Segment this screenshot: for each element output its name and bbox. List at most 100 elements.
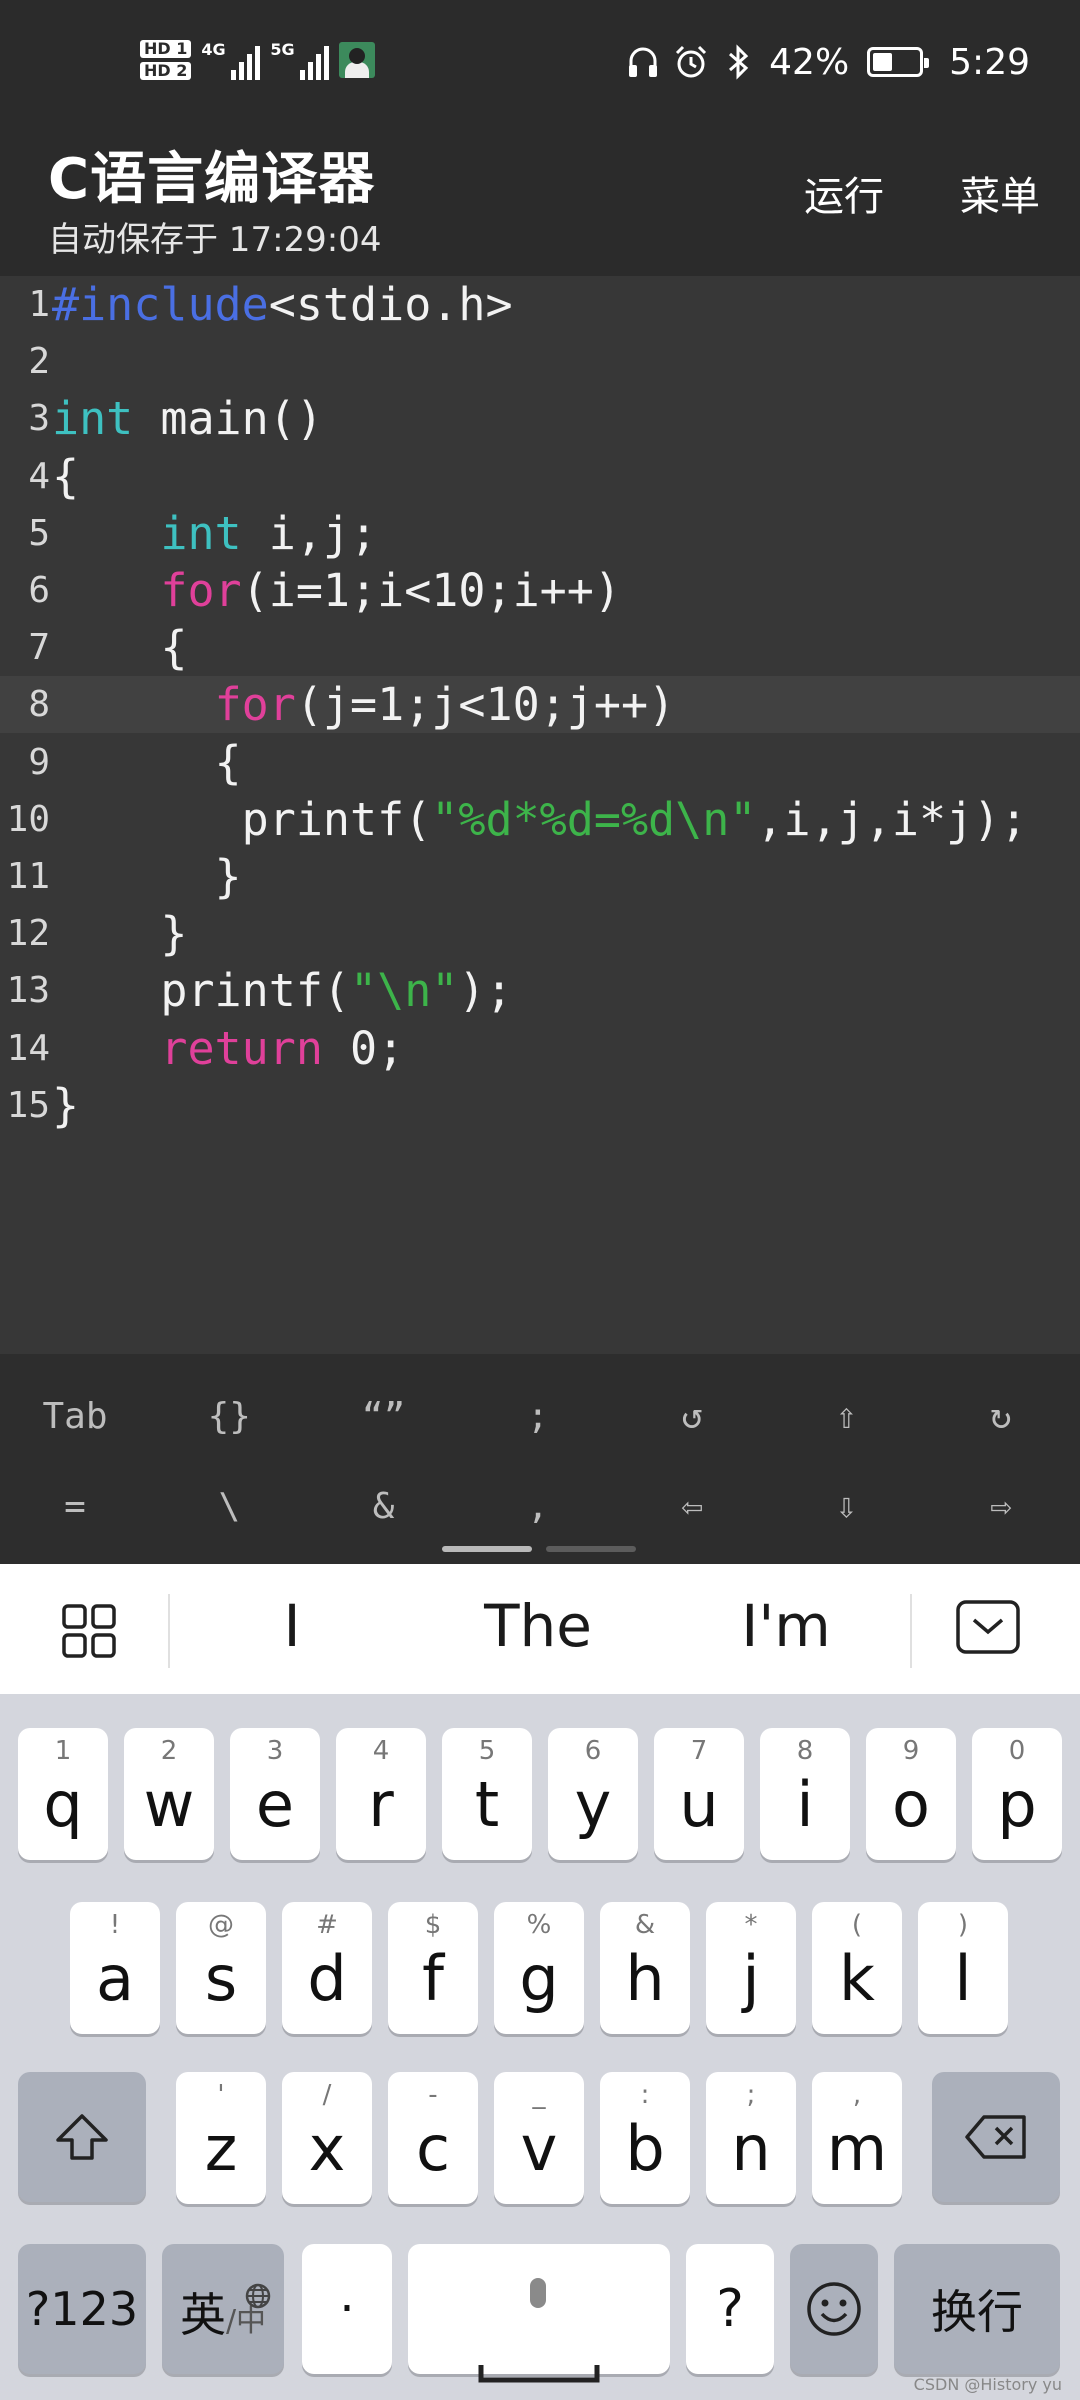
code-line[interactable]: 5 int i,j; — [0, 505, 1080, 562]
key-u[interactable]: 7u — [654, 1728, 744, 1860]
language-switch-key[interactable]: 英/中 — [162, 2244, 284, 2374]
code-line[interactable]: 4{ — [0, 448, 1080, 505]
code-line[interactable]: 15} — [0, 1077, 1080, 1134]
equals-key[interactable]: = — [0, 1466, 150, 1546]
key-v[interactable]: _ v — [494, 2072, 584, 2204]
key-hint: ! — [109, 1910, 121, 1940]
code-text: for(j=1;j<10;j++) — [214, 678, 676, 732]
key-p[interactable]: 0p — [972, 1728, 1062, 1860]
key-a[interactable]: ! a — [70, 1902, 160, 2034]
key-e[interactable]: 3e — [230, 1728, 320, 1860]
lang-label: 英 — [179, 2288, 226, 2342]
key-label: t — [474, 1767, 500, 1841]
suggestion-word-2[interactable]: The — [438, 1592, 638, 1660]
key-hint: 3 — [266, 1736, 284, 1766]
line-number: 2 — [28, 341, 50, 383]
key-label: c — [415, 2111, 451, 2185]
cursor-down-icon[interactable]: ⇩ — [772, 1466, 922, 1546]
apps-grid-icon[interactable] — [62, 1604, 116, 1658]
key-r[interactable]: 4r — [336, 1728, 426, 1860]
key-n[interactable]: ; n — [706, 2072, 796, 2204]
shift-key[interactable] — [18, 2072, 146, 2202]
code-text: for(i=1;i<10;i++) — [160, 564, 621, 617]
collapse-keyboard-icon[interactable] — [956, 1600, 1020, 1654]
status-left: HD 1 HD 2 4G 5G — [140, 34, 376, 86]
key-label: p — [997, 1767, 1037, 1841]
key-s[interactable]: @ s — [176, 1902, 266, 2034]
key-hint: % — [526, 1910, 552, 1940]
backspace-key[interactable] — [932, 2072, 1060, 2202]
key-h[interactable]: & h — [600, 1902, 690, 2034]
space-key[interactable] — [408, 2244, 670, 2383]
clock: 5:29 — [949, 41, 1030, 83]
key-label: m — [826, 2111, 888, 2185]
menu-button[interactable]: 菜单 — [960, 164, 1040, 222]
run-button[interactable]: 运行 — [804, 164, 884, 222]
key-hint: * — [744, 1910, 758, 1940]
enter-key[interactable]: 换行 — [894, 2244, 1060, 2374]
key-g[interactable]: % g — [494, 1902, 584, 2034]
key-x[interactable]: / x — [282, 2072, 372, 2204]
dot-key[interactable]: · — [302, 2244, 392, 2374]
key-hint: - — [428, 2080, 438, 2110]
braces-key[interactable]: {} — [154, 1376, 304, 1456]
headphones-icon — [625, 44, 661, 80]
key-w[interactable]: 2w — [124, 1728, 214, 1860]
cursor-right-icon[interactable]: ⇨ — [926, 1466, 1076, 1546]
key-label: a — [96, 1941, 134, 2015]
code-line[interactable]: 3 int main() — [0, 390, 1080, 447]
key-hint: @ — [208, 1910, 234, 1940]
tab-key[interactable]: Tab — [0, 1376, 150, 1456]
key-y[interactable]: 6y — [548, 1728, 638, 1860]
key-j[interactable]: * j — [706, 1902, 796, 2034]
key-f[interactable]: $ f — [388, 1902, 478, 2034]
quotes-key[interactable]: “” — [309, 1376, 459, 1456]
ampersand-key[interactable]: & — [309, 1466, 459, 1546]
backslash-key[interactable]: \ — [154, 1466, 304, 1546]
key-q[interactable]: 1q — [18, 1728, 108, 1860]
code-line[interactable]: 7 { — [0, 619, 1080, 676]
emoji-key[interactable] — [790, 2244, 878, 2374]
key-t[interactable]: 5t — [442, 1728, 532, 1860]
status-bar: HD 1 HD 2 4G 5G 42% 5:29 — [0, 0, 1080, 128]
watermark: CSDN @History yu — [913, 2375, 1062, 2394]
undo-icon[interactable]: ↺ — [617, 1376, 767, 1456]
comma-key[interactable]: , — [463, 1466, 613, 1546]
key-o[interactable]: 9o — [866, 1728, 956, 1860]
semicolon-key[interactable]: ; — [463, 1376, 613, 1456]
key-k[interactable]: (k — [812, 1902, 902, 2034]
cursor-left-icon[interactable]: ⇦ — [617, 1466, 767, 1546]
key-l[interactable]: ) l — [918, 1902, 1008, 2034]
code-line[interactable]: 8 for(j=1;j<10;j++) — [0, 676, 1080, 734]
line-number: 8 — [28, 684, 50, 726]
suggestion-word-3[interactable]: I'm — [686, 1592, 886, 1660]
key-label: z — [204, 2111, 238, 2185]
hd1-badge: HD 1 — [140, 40, 192, 58]
code-line[interactable]: 10 printf("%d*%d=%d\n",i,j,i*j); — [0, 791, 1080, 848]
key-d[interactable]: # d — [282, 1902, 372, 2034]
key-c[interactable]: -c — [388, 2072, 478, 2204]
spacebar-icon — [478, 2328, 600, 2383]
key-b[interactable]: :b — [600, 2072, 690, 2204]
redo-icon[interactable]: ↻ — [926, 1376, 1076, 1456]
key-i[interactable]: 8i — [760, 1728, 850, 1860]
code-editor[interactable]: 1 #include<stdio.h> 2 3 int main() 4{5 int i,… — [0, 276, 1080, 1354]
code-line[interactable]: 13 printf("\n"); — [0, 962, 1080, 1019]
key-z[interactable]: ' z — [176, 2072, 266, 2204]
code-line[interactable]: 14 return 0; — [0, 1020, 1080, 1077]
code-line[interactable]: 11 } — [0, 848, 1080, 905]
code-line[interactable]: 2 — [0, 333, 1080, 390]
shift-up-icon[interactable]: ⇧ — [772, 1376, 922, 1456]
code-text: } — [52, 1078, 80, 1132]
code-line[interactable]: 12 } — [0, 905, 1080, 962]
code-line[interactable]: 9 { — [0, 734, 1080, 791]
code-line[interactable]: 1 #include<stdio.h> — [0, 276, 1080, 333]
bluetooth-icon — [721, 44, 757, 80]
soft-keyboard: ?123 英/中 · ? 换行 CSDN @History yu 1q2w3e4… — [0, 1694, 1080, 2400]
numbers-symbols-key[interactable]: ?123 — [18, 2244, 146, 2374]
question-mark-key[interactable]: ? — [686, 2244, 774, 2374]
key-label: h — [625, 1941, 665, 2015]
suggestion-word-1[interactable]: I — [192, 1592, 392, 1660]
key-m[interactable]: ,m — [812, 2072, 902, 2204]
code-line[interactable]: 6 for(i=1;i<10;i++) — [0, 562, 1080, 619]
